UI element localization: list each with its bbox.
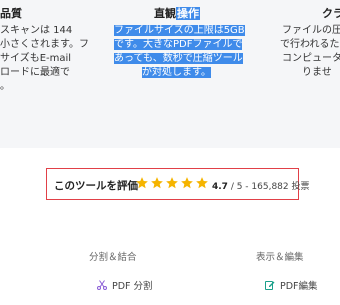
scissors-icon	[97, 280, 107, 290]
rating-votes: / 5 - 165,882 投票	[230, 182, 310, 192]
rating-label: このツールを評価	[54, 180, 138, 192]
feature-cloud-line: ファイルの圧縮	[282, 25, 340, 36]
feature-intuitive-title: 直観操作	[154, 7, 200, 20]
features-section: 品質 スキャンは 144 小さくされます。フ サイズもE-mail ロードに最適…	[0, 0, 340, 148]
rating-stars[interactable]	[135, 175, 210, 191]
tool-pdf-split-label: PDF 分割	[112, 281, 153, 292]
feature-cloud-line: りませ	[302, 67, 332, 78]
footer-heading-view-edit[interactable]: 表示＆編集	[256, 249, 304, 263]
edit-icon	[265, 281, 275, 290]
feature-cloud-line: で行われるた	[280, 39, 340, 50]
tool-pdf-edit[interactable]: PDF編集	[264, 278, 318, 292]
star-icon[interactable]	[135, 176, 149, 190]
tool-pdf-split[interactable]: PDF 分割	[96, 278, 153, 292]
feature-quality-line: スキャンは 144	[0, 25, 73, 36]
feature-quality-line: ロードに最適で	[0, 67, 70, 78]
footer-heading-split-merge[interactable]: 分割＆結合	[89, 249, 137, 263]
feature-intuitive-line: が対処します。	[142, 67, 211, 78]
feature-cloud-line: コンピュータ	[282, 53, 340, 64]
star-icon[interactable]	[150, 176, 164, 190]
feature-quality-line: サイズもE-mail	[0, 53, 72, 64]
feature-quality-title: 品質	[0, 7, 22, 20]
tool-pdf-edit-label: PDF編集	[280, 281, 318, 292]
feature-cloud-title: クラ	[322, 7, 340, 20]
feature-quality-line: 。	[0, 81, 10, 92]
selected-text: 操作	[176, 7, 200, 20]
feature-intuitive-line: あっても、数秒で圧縮ツール	[114, 53, 243, 64]
feature-intuitive-line: ファイルサイズの上限は5GB	[114, 25, 245, 36]
rating-value: 4.7	[212, 182, 228, 192]
star-icon[interactable]	[165, 176, 179, 190]
rating-score: 4.7 / 5 - 165,882 投票	[212, 179, 310, 192]
feature-intuitive-line: です。大きなPDFファイルで	[114, 39, 243, 50]
star-icon[interactable]	[195, 176, 209, 190]
star-icon[interactable]	[180, 176, 194, 190]
rating-widget: このツールを評価 4.7 / 5 - 165,882 投票	[46, 168, 310, 200]
feature-quality-line: 小さくされます。フ	[0, 39, 89, 50]
